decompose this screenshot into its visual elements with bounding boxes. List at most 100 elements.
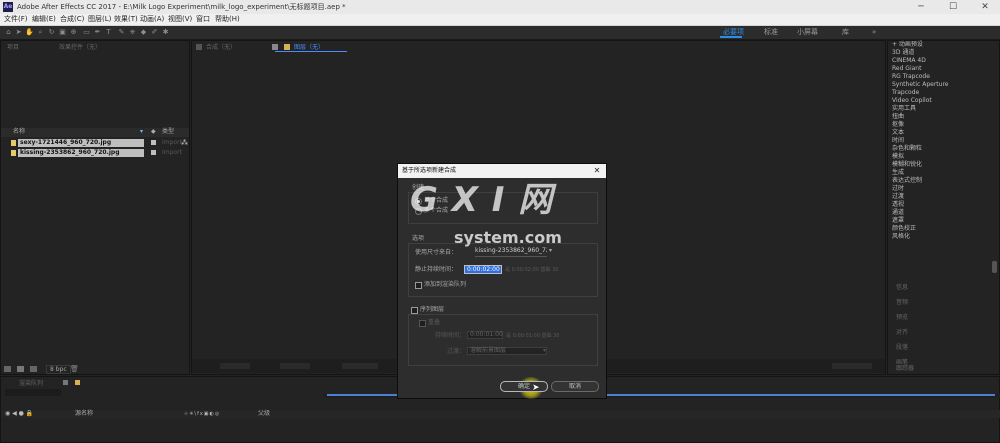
panel-tracker[interactable]: 跟踪器 (896, 364, 914, 373)
menu-edit[interactable]: 编辑(E) (32, 14, 56, 25)
tab-project[interactable]: 项目 (7, 43, 19, 52)
bit-depth-button[interactable]: 8 bpc (46, 365, 71, 374)
effect-category[interactable]: 实用工具 (892, 105, 916, 112)
effect-category[interactable]: Trapcode (892, 89, 919, 96)
timecode-display[interactable] (280, 363, 310, 369)
sort-icon[interactable]: ▾ (140, 129, 146, 135)
menu-view[interactable]: 视图(V) (168, 14, 192, 25)
new-composition-icon[interactable] (30, 366, 37, 372)
rotate-tool-icon[interactable]: ↻ (47, 28, 56, 37)
clone-stamp-tool-icon[interactable]: ⎈ (128, 28, 137, 37)
menu-animation[interactable]: 动画(A) (140, 14, 164, 25)
pan-behind-tool-icon[interactable]: ⊕ (69, 28, 78, 37)
effect-category[interactable]: 模糊和锐化 (892, 161, 922, 168)
dialog-close-icon[interactable]: ✕ (592, 166, 602, 176)
use-dimensions-dropdown[interactable]: kissing-2353862_960_720.jpg (475, 247, 547, 257)
text-tool-icon[interactable]: T (104, 28, 113, 37)
trash-icon[interactable]: 🗑 (70, 366, 79, 373)
effect-category[interactable]: RG Trapcode (892, 73, 930, 80)
layer-switches-icon[interactable]: ⊹✳\fx▣◐◎ (184, 411, 254, 417)
brush-tool-icon[interactable]: ✎ (117, 28, 126, 37)
effect-category[interactable]: 杂色和颗粒 (892, 145, 922, 152)
tab-composition[interactable]: 合成（无） (206, 43, 236, 52)
effect-category[interactable]: CINEMA 4D (892, 57, 926, 64)
home-icon[interactable]: ⌂ (4, 28, 13, 37)
cancel-button[interactable]: 取消 (551, 381, 599, 392)
roto-brush-tool-icon[interactable]: ✐ (150, 28, 159, 37)
effect-category[interactable]: 抠像 (892, 121, 904, 128)
add-render-queue-checkbox[interactable] (415, 282, 422, 289)
label-tag-icon[interactable]: ◆ (151, 129, 157, 135)
menu-help[interactable]: 帮助(H) (215, 14, 240, 25)
effect-category[interactable]: Synthetic Aperture (892, 81, 949, 88)
lock-icon[interactable] (272, 44, 278, 50)
effect-category[interactable]: 过渡 (892, 193, 904, 200)
column-parent[interactable]: 父级 (258, 410, 270, 418)
effect-category[interactable]: 颜色校正 (892, 225, 916, 232)
effect-category[interactable]: 3D 通道 (892, 49, 914, 56)
project-item-row[interactable]: sexy-1721446_960_720.jpg Import ⁂ (1, 138, 189, 148)
eraser-tool-icon[interactable]: ◆ (139, 28, 148, 37)
menu-window[interactable]: 窗口 (196, 14, 210, 25)
effect-category[interactable]: Red Giant (892, 65, 921, 72)
column-type[interactable]: 类型 (162, 128, 174, 136)
timeline-ruler[interactable] (323, 410, 1000, 418)
effect-category[interactable]: 透视 (892, 201, 904, 208)
effect-category[interactable]: 扭曲 (892, 113, 904, 120)
visibility-audio-solo-lock-icon[interactable]: ◉ ◀ ● 🔒 (5, 411, 35, 417)
menu-file[interactable]: 文件(F) (4, 14, 28, 25)
effect-category[interactable]: 表达式控制 (892, 177, 922, 184)
interpret-footage-icon[interactable] (4, 366, 11, 372)
effect-category[interactable]: + 动画预设 (892, 41, 923, 48)
duration-input[interactable]: 0:00:01:00 (467, 331, 503, 339)
sequence-layers-checkbox[interactable] (411, 307, 418, 314)
menu-effect[interactable]: 效果(T) (114, 14, 138, 25)
effect-category[interactable]: 生成 (892, 169, 904, 176)
lock-icon[interactable] (196, 44, 202, 50)
effect-category[interactable]: 模拟 (892, 153, 904, 160)
ok-button[interactable]: 确定 (500, 381, 548, 392)
minimize-button[interactable]: ─ (910, 1, 932, 13)
workspace-small-screen[interactable]: 小屏幕 (797, 26, 818, 39)
project-item-row[interactable]: kissing-2353862_960_720.jpg Import (1, 148, 189, 158)
transition-dropdown[interactable]: 溶解前景图层 (467, 347, 547, 355)
hand-tool-icon[interactable]: ✋ (25, 28, 34, 37)
menu-composition[interactable]: 合成(C) (60, 14, 84, 25)
node-graph-icon[interactable]: ⁂ (181, 139, 189, 147)
effect-category[interactable]: 风格化 (892, 233, 910, 240)
panel-info[interactable]: 信息 (896, 283, 908, 292)
effect-category[interactable]: 遮罩 (892, 217, 904, 224)
still-duration-input[interactable]: 0:00:02:00 (464, 265, 502, 274)
resolution-dropdown[interactable] (342, 363, 378, 369)
workspace-menu-icon[interactable]: » (872, 26, 876, 39)
panel-preview[interactable]: 预览 (896, 313, 908, 322)
rectangle-tool-icon[interactable]: ▭ (82, 28, 91, 37)
effect-category[interactable]: 时间 (892, 137, 904, 144)
selection-tool-icon[interactable]: ➤ (14, 28, 23, 37)
panel-audio[interactable]: 音频 (896, 298, 908, 307)
panel-align[interactable]: 对齐 (896, 328, 908, 337)
camera-tool-icon[interactable]: ▣ (58, 28, 67, 37)
effect-category[interactable]: 通道 (892, 209, 904, 216)
maximize-button[interactable]: ☐ (942, 1, 964, 13)
effect-category[interactable]: 文本 (892, 129, 904, 136)
workspace-standard[interactable]: 标准 (764, 26, 778, 39)
overlap-checkbox[interactable] (419, 320, 426, 327)
zoom-tool-icon[interactable]: ⌕ (36, 28, 45, 37)
close-tab-icon[interactable] (63, 380, 68, 385)
panel-paragraph[interactable]: 段落 (896, 343, 908, 352)
tab-render-queue[interactable]: 渲染队列 (19, 379, 43, 388)
pen-tool-icon[interactable]: ✒ (93, 28, 102, 37)
views-dropdown[interactable] (832, 363, 872, 369)
effect-category[interactable]: Video Copilot (892, 97, 932, 104)
timecode-field[interactable] (5, 389, 61, 396)
close-button[interactable]: ✕ (974, 1, 996, 13)
puppet-tool-icon[interactable]: ✱ (161, 28, 170, 37)
menu-layer[interactable]: 图层(L) (88, 14, 111, 25)
effect-category[interactable]: 过时 (892, 185, 904, 192)
tab-effect-controls[interactable]: 效果控件（无） (59, 43, 101, 52)
column-source-name[interactable]: 源名称 (75, 410, 93, 418)
column-name[interactable]: 名称 (13, 128, 25, 136)
new-folder-icon[interactable] (17, 366, 24, 372)
chevron-down-icon[interactable]: ▾ (543, 348, 549, 354)
